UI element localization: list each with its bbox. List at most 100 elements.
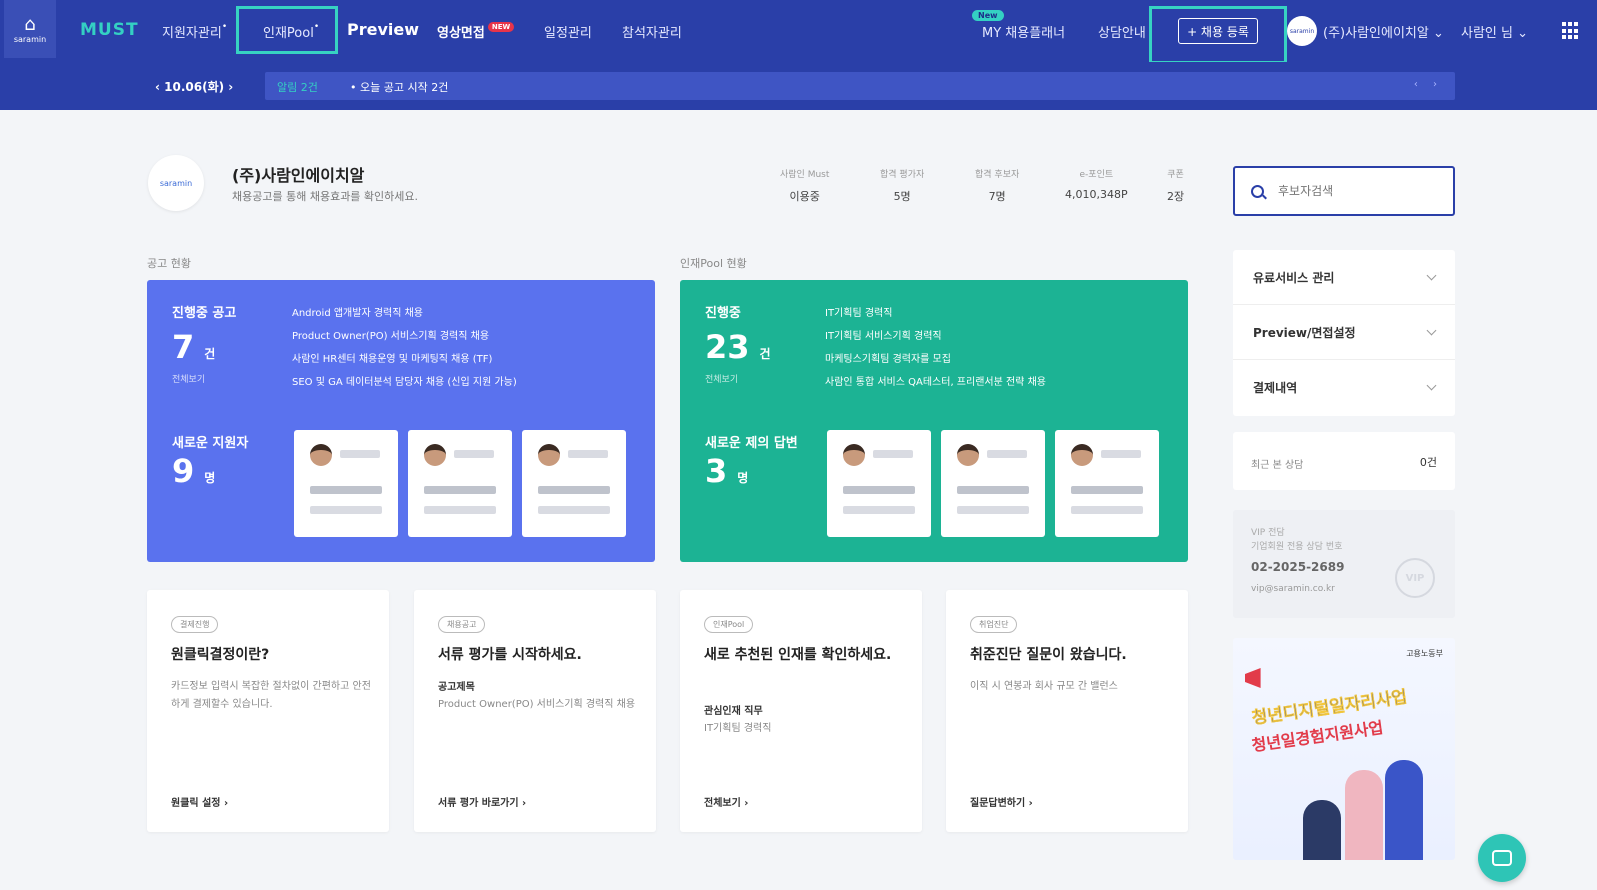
- ads-status-card: 진행중 공고 7건 전체보기 Android 앱개발자 경력직 채용 Produ…: [147, 280, 655, 562]
- candidate-search[interactable]: [1233, 166, 1455, 216]
- talent-card[interactable]: [827, 430, 931, 537]
- stat-must: 사람인 Must 이용중: [780, 170, 830, 203]
- card-bold: 관심인재 직무: [704, 706, 763, 717]
- chevron-down-icon: [1426, 325, 1437, 335]
- ads-list-item[interactable]: SEO 및 GA 데이터분석 담당자 채용 (신입 지원 가능): [292, 371, 517, 394]
- vip-contact: VIP 전담 기업회원 전용 상담 번호 02-2025-2689 vip@sar…: [1233, 510, 1455, 618]
- card-title: 원클릭결정이란?: [171, 647, 270, 663]
- apps-grid-icon[interactable]: [1562, 22, 1580, 40]
- ads-list-item[interactable]: 사람인 HR센터 채용운영 및 마케팅직 채용 (TF): [292, 348, 517, 371]
- accordion-payments[interactable]: 결제내역: [1233, 360, 1455, 415]
- ads-view-all[interactable]: 전체보기: [172, 372, 205, 385]
- avatar: [843, 444, 865, 466]
- vip-phone[interactable]: 02-2025-2689: [1251, 560, 1344, 574]
- talent-card[interactable]: [1055, 430, 1159, 537]
- chat-icon: [1492, 850, 1512, 866]
- card-desc: 이직 시 연봉과 회사 규모 간 밸런스: [970, 681, 1118, 692]
- card-title: 새로 추천된 인재를 확인하세요.: [704, 647, 892, 663]
- offer-replies-count[interactable]: 3명: [705, 452, 748, 490]
- new-badge: NEW: [487, 22, 515, 32]
- info-card-job-diagnosis[interactable]: 취업진단 취준진단 질문이 왔습니다. 이직 시 연봉과 회사 규모 간 밸런스…: [946, 590, 1188, 832]
- card-link[interactable]: 전체보기 ›: [704, 794, 748, 809]
- nav-dot: •: [221, 22, 228, 32]
- chat-button[interactable]: [1478, 834, 1526, 882]
- pool-status-card: 진행중 23 건 전체보기 IT기획팀 경력직 IT기획팀 서비스기획 경력직 마…: [680, 280, 1188, 562]
- ticker-label: 알림 2건: [277, 81, 318, 94]
- service-accordion: 유료서비스 관리 Preview/면접설정 결제내역: [1233, 250, 1455, 416]
- card-desc: IT기획팀 경력직: [704, 723, 772, 734]
- search-input[interactable]: [1278, 184, 1438, 198]
- card-tag: 결제진행: [171, 616, 219, 633]
- ads-list-item[interactable]: Product Owner(PO) 서비스기획 경력직 채용: [292, 325, 517, 348]
- avatar: [310, 444, 332, 466]
- pool-label: 진행중: [705, 306, 741, 321]
- info-card-oneclick[interactable]: 결제진행 원클릭결정이란? 카드정보 입력시 복잡한 절차없이 간편하고 안전하…: [147, 590, 389, 832]
- accordion-paid-services[interactable]: 유료서비스 관리: [1233, 250, 1455, 305]
- pool-list-item[interactable]: 마케팅스기획팀 경력자를 모집: [825, 348, 1046, 371]
- applicant-card[interactable]: [294, 430, 398, 537]
- nav-schedule[interactable]: 일정관리: [544, 22, 592, 41]
- card-link[interactable]: 서류 평가 바로가기 ›: [438, 794, 526, 809]
- accordion-preview-settings[interactable]: Preview/면접설정: [1233, 305, 1455, 360]
- pool-list-item[interactable]: IT기획팀 경력직: [825, 302, 1046, 325]
- card-link[interactable]: 질문답변하기 ›: [970, 794, 1033, 809]
- card-link[interactable]: 원클릭 설정 ›: [171, 794, 228, 809]
- pool-list-item[interactable]: IT기획팀 서비스기획 경력직: [825, 325, 1046, 348]
- new-applicants-label: 새로운 지원자: [172, 436, 249, 451]
- applicant-card[interactable]: [522, 430, 626, 537]
- home-button[interactable]: ⌂ saramin: [4, 0, 56, 58]
- recent-label: 최근 본 상담: [1251, 460, 1304, 471]
- ticker-arrows[interactable]: ‹ ›: [1414, 79, 1443, 90]
- nav-consult[interactable]: 상담안내: [1098, 22, 1146, 41]
- person-illustration: [1303, 800, 1341, 860]
- nav-video-interview[interactable]: 영상면접 NEW: [437, 22, 515, 41]
- card-tag: 채용공고: [438, 616, 486, 633]
- nav-my-planner[interactable]: MY 채용플래너: [982, 22, 1065, 41]
- pool-count[interactable]: 23 건: [705, 328, 771, 366]
- section-title-ads: 공고 현황: [147, 257, 191, 270]
- nav-applicants[interactable]: 지원자관리•: [162, 22, 227, 41]
- notice-ticker[interactable]: 알림 2건 • 오늘 공고 시작 2건 ‹ ›: [265, 72, 1455, 100]
- card-desc: Product Owner(PO) 서비스기획 경력직 채용: [438, 699, 636, 710]
- new-applicants-count[interactable]: 9명: [172, 452, 215, 490]
- company-subtitle: 채용공고를 통해 채용효과를 확인하세요.: [232, 190, 419, 203]
- info-card-doc-review[interactable]: 채용공고 서류 평가를 시작하세요. 공고제목 Product Owner(PO…: [414, 590, 656, 832]
- government-logo: 고용노동부: [1406, 649, 1443, 658]
- user-menu[interactable]: 사람인 님 ⌄: [1461, 22, 1528, 41]
- ads-count[interactable]: 7건: [172, 328, 215, 366]
- must-logo[interactable]: MUST: [80, 20, 139, 40]
- megaphone-icon: [1245, 668, 1261, 688]
- company-menu[interactable]: (주)사람인에이치알 ⌄: [1323, 22, 1444, 41]
- pool-list-item[interactable]: 사람인 통합 서비스 QA테스터, 프리랜서분 전략 채용: [825, 371, 1046, 394]
- card-bold: 공고제목: [438, 682, 475, 693]
- info-card-recommended[interactable]: 인재Pool 새로 추천된 인재를 확인하세요. 관심인재 직무 IT기획팀 경…: [680, 590, 922, 832]
- avatar: [1071, 444, 1093, 466]
- nav-attendees[interactable]: 참석자관리: [622, 22, 682, 41]
- ads-list-item[interactable]: Android 앱개발자 경력직 채용: [292, 302, 517, 325]
- nav-preview[interactable]: Preview: [347, 20, 419, 39]
- new-badge-teal: New: [972, 10, 1004, 21]
- date-label: 10.06(화): [164, 80, 225, 94]
- pool-view-all[interactable]: 전체보기: [705, 372, 738, 385]
- company-name: (주)사람인에이치알: [232, 166, 365, 185]
- date-navigator[interactable]: ‹ 10.06(화) ›: [155, 78, 233, 95]
- promo-banner[interactable]: 고용노동부 청년디지털일자리사업 청년일경험지원사업: [1233, 638, 1455, 860]
- vip-email[interactable]: vip@saramin.co.kr: [1251, 584, 1335, 594]
- recent-consult[interactable]: 최근 본 상담 0건: [1233, 432, 1455, 490]
- chevron-down-icon: [1426, 380, 1437, 391]
- avatar: [957, 444, 979, 466]
- highlight-talent-pool: [236, 6, 338, 54]
- talent-card[interactable]: [941, 430, 1045, 537]
- vip-desc: VIP 전담 기업회원 전용 상담 번호: [1251, 528, 1343, 552]
- avatar: [538, 444, 560, 466]
- avatar: [424, 444, 446, 466]
- avatar[interactable]: saramin: [1287, 16, 1317, 46]
- stat-coupons[interactable]: 쿠폰 2장: [1167, 167, 1184, 204]
- search-icon: [1251, 184, 1264, 198]
- ads-label: 진행중 공고: [172, 306, 237, 321]
- stat-candidates: 합격 후보자 7명: [975, 170, 1020, 203]
- chevron-down-icon: [1426, 270, 1437, 280]
- applicant-card[interactable]: [408, 430, 512, 537]
- ticker-text: • 오늘 공고 시작 2건: [350, 81, 449, 94]
- stat-points[interactable]: e-포인트 4,010,348P: [1065, 167, 1128, 201]
